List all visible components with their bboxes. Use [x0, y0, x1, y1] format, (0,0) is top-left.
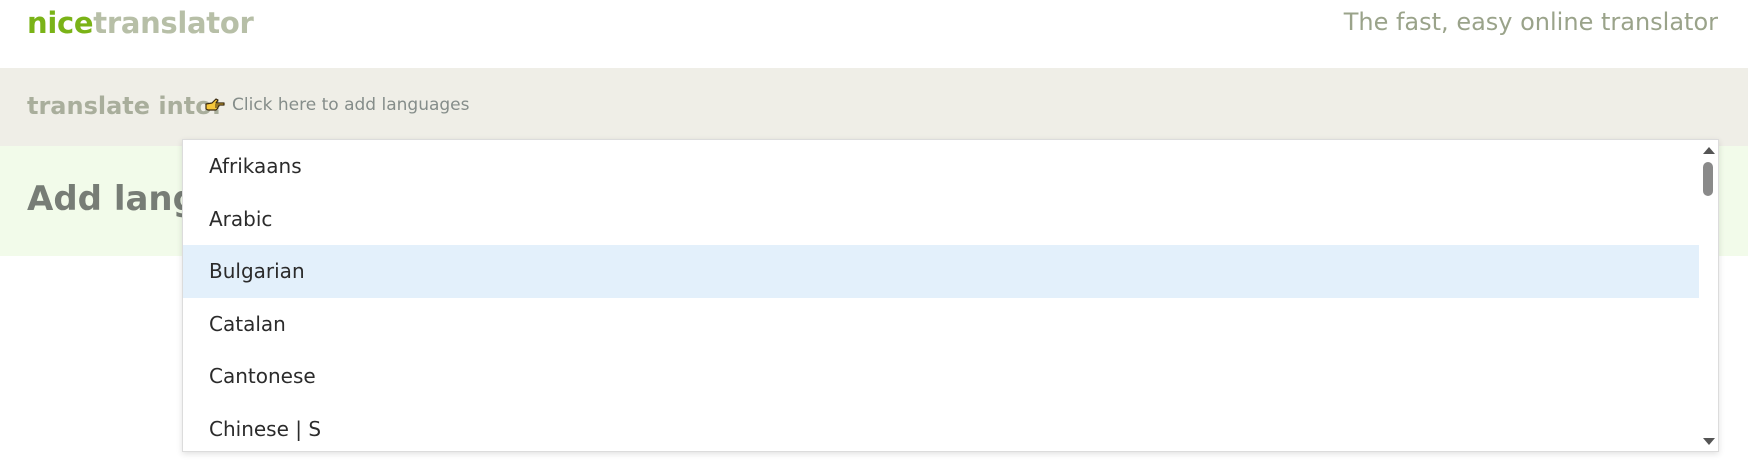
- translate-into-bar: translate into: Click here to add langua…: [0, 68, 1748, 146]
- add-languages-link-text: Click here to add languages: [232, 95, 470, 115]
- language-option-arabic[interactable]: Arabic: [183, 193, 1700, 246]
- scroll-down-arrow-icon[interactable]: [1699, 433, 1718, 449]
- site-header: nicetranslator The fast, easy online tra…: [0, 0, 1748, 68]
- site-logo[interactable]: nicetranslator: [27, 6, 254, 40]
- logo-nice-text: nice: [27, 6, 94, 40]
- language-option-bulgarian[interactable]: Bulgarian: [183, 245, 1700, 298]
- scroll-up-arrow-icon[interactable]: [1699, 142, 1718, 158]
- language-option-afrikaans[interactable]: Afrikaans: [183, 140, 1700, 193]
- add-languages-link[interactable]: Click here to add languages: [204, 95, 470, 115]
- site-tagline: The fast, easy online translator: [1343, 8, 1718, 36]
- language-option-catalan[interactable]: Catalan: [183, 298, 1700, 351]
- language-dropdown[interactable]: Afrikaans Arabic Bulgarian Catalan Canto…: [182, 139, 1719, 452]
- language-dropdown-list: Afrikaans Arabic Bulgarian Catalan Canto…: [183, 140, 1700, 452]
- pointing-hand-icon: [204, 95, 226, 115]
- dropdown-scrollbar[interactable]: [1699, 140, 1718, 451]
- logo-translator-text: translator: [93, 6, 254, 40]
- translate-into-label: translate into:: [27, 92, 222, 120]
- language-option-chinese-simplified[interactable]: Chinese | S: [183, 403, 1700, 452]
- language-option-cantonese[interactable]: Cantonese: [183, 350, 1700, 403]
- scrollbar-thumb[interactable]: [1703, 162, 1713, 196]
